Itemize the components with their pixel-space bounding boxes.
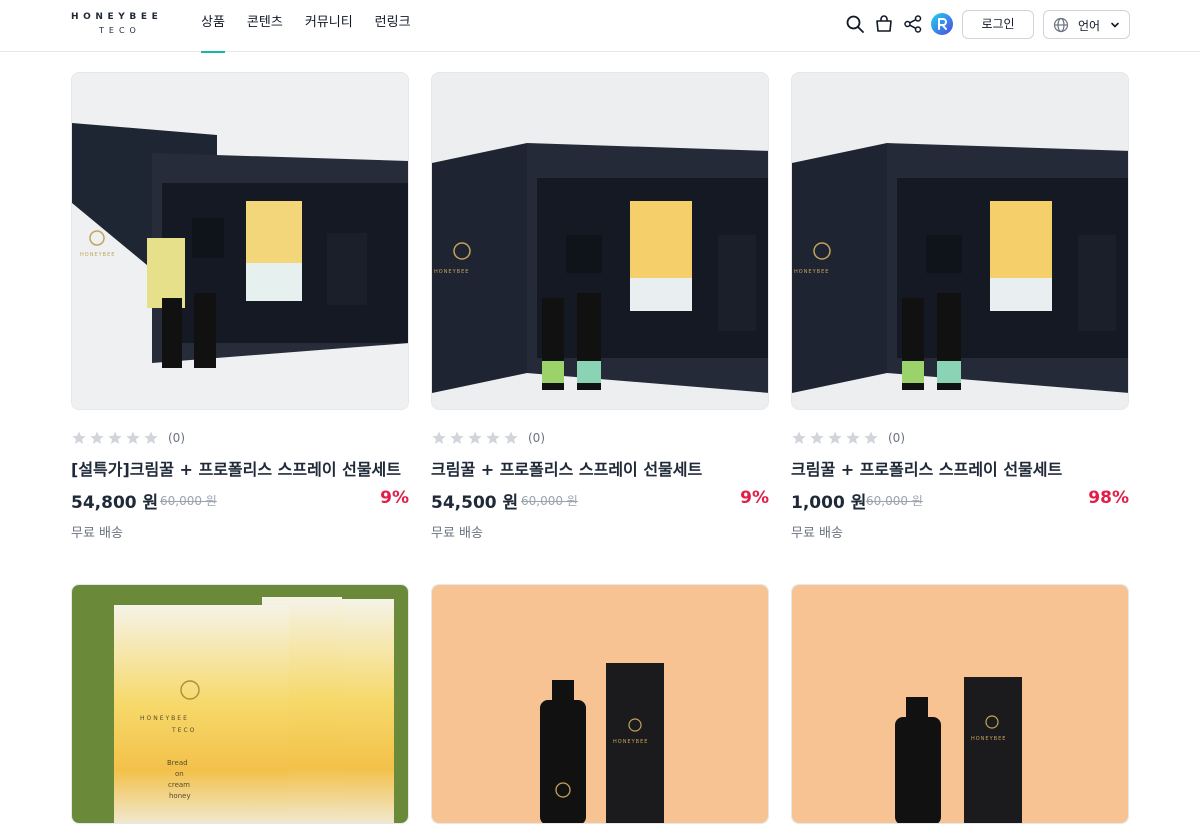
nav-item-contents[interactable]: 콘텐츠 [247, 0, 283, 52]
brand-logo[interactable]: HONEYBEE TECO [71, 12, 181, 38]
product-image[interactable]: HONEYBEE TECO Bread on cream honey [71, 584, 409, 824]
star-icon [72, 431, 86, 444]
star-icon [468, 431, 482, 444]
shipping-info: 무료 배송 [791, 526, 843, 541]
nav-item-runlink[interactable]: 런링크 [375, 0, 411, 52]
star-rating [71, 430, 159, 446]
star-icon [864, 431, 878, 444]
discount-rate: 9% [380, 488, 409, 508]
star-icon [144, 431, 158, 444]
share-icon[interactable] [903, 14, 923, 34]
product-price: 1,000 원 [791, 493, 867, 513]
star-rating [431, 430, 519, 446]
star-rating [791, 430, 879, 446]
product-image[interactable]: HONEYBEE [431, 584, 769, 824]
product-price: 54,500 원 [431, 493, 519, 513]
box-brand-text: HONEYBEE [971, 736, 1006, 742]
rating: (0) [791, 429, 905, 447]
star-icon [792, 431, 806, 444]
cart-icon[interactable] [874, 14, 894, 34]
star-icon [450, 431, 464, 444]
product-name[interactable]: [설특가]크림꿀 + 프로폴리스 스프레이 선물세트 [71, 456, 416, 480]
product-image[interactable]: HONEYBEE [791, 584, 1129, 824]
star-icon [486, 431, 500, 444]
box-brand-text: HONEYBEE [794, 269, 829, 275]
product-price: 54,800 원 [71, 493, 159, 513]
product-name[interactable]: 크림꿀 + 프로폴리스 스프레이 선물세트 [791, 456, 1136, 480]
original-price: 60,000 원 [866, 494, 923, 508]
original-price: 60,000 원 [160, 494, 217, 508]
globe-icon [1053, 17, 1069, 33]
brand-logo-line2: TECO [99, 26, 141, 35]
rating: (0) [431, 429, 545, 447]
product-image[interactable]: HONEYBEE [431, 72, 769, 410]
nav-item-community[interactable]: 커뮤니티 [305, 0, 353, 52]
star-icon [810, 431, 824, 444]
chevron-down-icon [1111, 22, 1119, 28]
pack-brand-sub: TECO [171, 727, 196, 734]
language-label: 언어 [1078, 19, 1101, 33]
main-nav: 상품 콘텐츠 커뮤니티 런링크 [201, 0, 433, 53]
star-icon [108, 431, 122, 444]
star-icon [90, 431, 104, 444]
brand-logo-line1: HONEYBEE [71, 12, 163, 22]
pack-text-4: honey [169, 792, 191, 800]
original-price: 60,000 원 [521, 494, 578, 508]
shipping-info: 무료 배송 [71, 526, 123, 541]
star-icon [846, 431, 860, 444]
app-r-icon[interactable] [931, 13, 953, 35]
nav-item-products[interactable]: 상품 [201, 0, 225, 53]
pack-brand-text: HONEYBEE [140, 715, 189, 722]
login-button[interactable]: 로그인 [962, 10, 1034, 39]
box-brand-text: HONEYBEE [613, 739, 648, 745]
star-icon [828, 431, 842, 444]
star-icon [432, 431, 446, 444]
shipping-info: 무료 배송 [431, 526, 483, 541]
search-icon[interactable] [845, 14, 865, 34]
discount-rate: 9% [740, 488, 769, 508]
pack-text-1: Bread [167, 759, 188, 767]
product-name[interactable]: 크림꿀 + 프로폴리스 스프레이 선물세트 [431, 456, 776, 480]
box-brand-text: HONEYBEE [80, 252, 115, 258]
product-image[interactable]: HONEYBEE [791, 72, 1129, 410]
rating-count: (0) [168, 431, 185, 445]
pack-text-2: on [175, 770, 184, 778]
product-image[interactable]: HONEYBEE [71, 72, 409, 410]
box-brand-text: HONEYBEE [434, 269, 469, 275]
rating-count: (0) [528, 431, 545, 445]
pack-text-3: cream [168, 781, 190, 789]
star-icon [504, 431, 518, 444]
star-icon [126, 431, 140, 444]
rating-count: (0) [888, 431, 905, 445]
rating: (0) [71, 429, 185, 447]
language-select[interactable]: 언어 [1043, 10, 1130, 39]
discount-rate: 98% [1088, 488, 1129, 508]
top-header: HONEYBEE TECO 상품 콘텐츠 커뮤니티 런링크 로그인 언어 [0, 0, 1200, 53]
